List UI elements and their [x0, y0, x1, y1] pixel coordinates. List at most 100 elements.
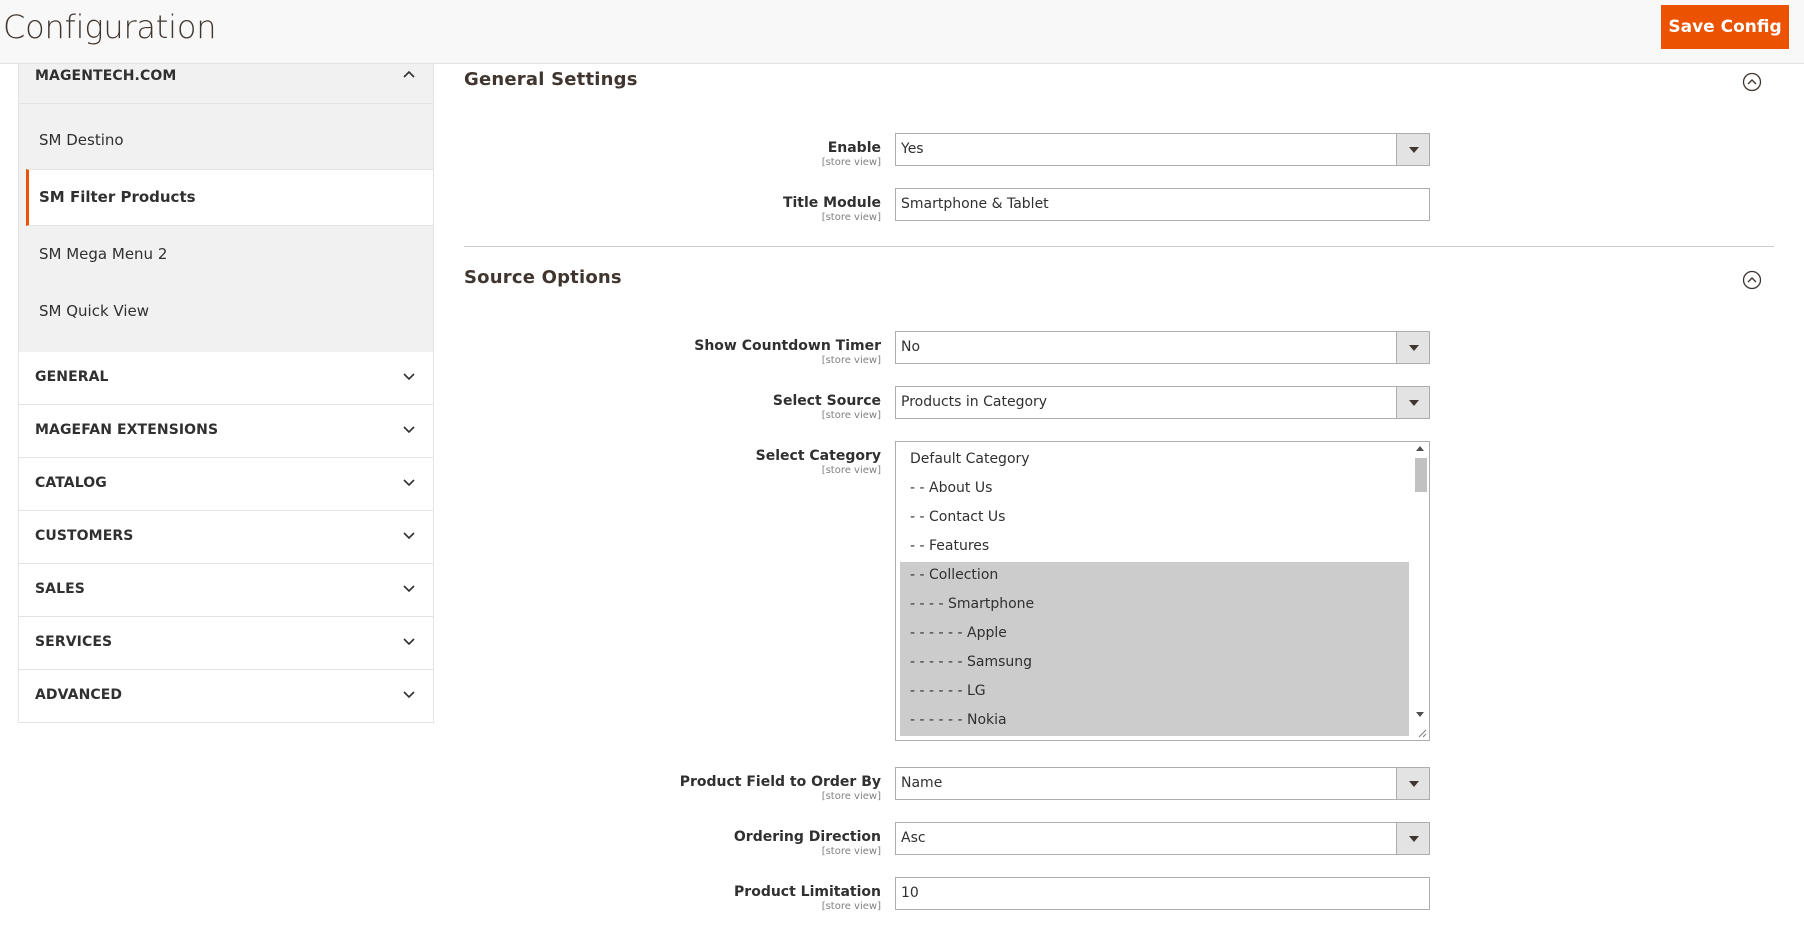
scrollbar-thumb[interactable] [1415, 458, 1427, 492]
category-option-selected[interactable]: - - - - - - Nokia [900, 707, 1409, 736]
category-option-selected[interactable]: - - - - - - Samsung [900, 649, 1409, 678]
sidebar-section-magefan-extensions[interactable]: MAGEFAN EXTENSIONS [18, 405, 434, 458]
category-option[interactable]: Default Category [896, 446, 1429, 475]
field-label-order-by: Product Field to Order By [store view] [680, 774, 881, 802]
field-name: Select Source [772, 393, 881, 409]
sidebar-section-sales[interactable]: SALES [18, 564, 434, 617]
sidebar-item-sm-mega-menu-2[interactable]: SM Mega Menu 2 [19, 226, 433, 283]
sidebar-section-advanced[interactable]: ADVANCED [18, 670, 434, 723]
select-value: Products in Category [901, 394, 1048, 410]
sidebar-item-label: SM Filter Products [39, 188, 196, 206]
config-sidebar: MAGENTECH.COM SM Destino SM Filter Produ… [18, 64, 434, 723]
chevron-down-icon [403, 479, 415, 487]
input-value: Smartphone & Tablet [901, 196, 1049, 212]
chevron-down-icon [403, 691, 415, 699]
source-options-title[interactable]: Source Options [464, 267, 622, 288]
sidebar-section-label: ADVANCED [35, 687, 123, 703]
field-scope: [store view] [821, 901, 881, 912]
chevron-down-icon [403, 532, 415, 540]
field-label-product-limitation: Product Limitation [store view] [734, 884, 881, 912]
sidebar-item-label: SM Quick View [39, 302, 150, 320]
sidebar-section-label: MAGEFAN EXTENSIONS [35, 422, 219, 438]
sidebar-section-customers[interactable]: CUSTOMERS [18, 511, 434, 564]
category-option-selected[interactable]: - - - - Smartphone [900, 591, 1409, 620]
dropdown-arrow-icon[interactable] [1396, 332, 1429, 363]
sidebar-section-label: GENERAL [35, 369, 109, 385]
title-module-input[interactable]: Smartphone & Tablet [895, 188, 1430, 221]
save-config-button[interactable]: Save Config [1661, 5, 1789, 49]
sidebar-section-services[interactable]: SERVICES [18, 617, 434, 670]
field-scope: [store view] [821, 157, 881, 168]
general-settings-title[interactable]: General Settings [464, 69, 638, 90]
field-label-ordering-direction: Ordering Direction [store view] [734, 829, 881, 857]
category-option-selected[interactable]: - - - - - - Apple [900, 620, 1409, 649]
sidebar-submenu: SM Destino SM Filter Products SM Mega Me… [18, 104, 434, 352]
field-scope: [store view] [821, 355, 881, 366]
chevron-down-icon [403, 426, 415, 434]
select-value: No [901, 339, 921, 355]
field-label-show-countdown-timer: Show Countdown Timer [store view] [694, 338, 881, 366]
chevron-down-icon [403, 585, 415, 593]
field-label-select-category: Select Category [store view] [756, 448, 881, 476]
field-name: Ordering Direction [733, 829, 881, 845]
category-option[interactable]: - - Features [896, 533, 1429, 562]
sidebar-section-label: CATALOG [35, 475, 107, 491]
ordering-direction-select[interactable]: Asc [895, 822, 1430, 855]
select-value: Name [901, 775, 943, 791]
product-limitation-input[interactable]: 10 [895, 877, 1430, 910]
category-option-list: Default Category - - About Us - - Contac… [896, 446, 1429, 736]
sidebar-section-label: SERVICES [35, 634, 113, 650]
select-value: Yes [901, 141, 924, 157]
field-scope: [store view] [821, 465, 881, 476]
collapse-up-icon[interactable] [1742, 72, 1762, 92]
sidebar-item-sm-filter-products[interactable]: SM Filter Products [26, 169, 433, 226]
sidebar-item-sm-quick-view[interactable]: SM Quick View [19, 283, 433, 340]
sidebar-section-label: SALES [35, 581, 85, 597]
chevron-down-icon [403, 373, 415, 381]
scroll-up-arrow-icon[interactable] [1416, 446, 1424, 451]
sidebar-item-label: SM Mega Menu 2 [39, 245, 168, 263]
field-scope: [store view] [821, 791, 881, 802]
field-scope: [store view] [821, 212, 881, 223]
dropdown-arrow-icon[interactable] [1396, 387, 1429, 418]
sidebar-section-magentech[interactable]: MAGENTECH.COM [18, 64, 434, 104]
field-name: Title Module [782, 195, 881, 211]
sidebar-section-catalog[interactable]: CATALOG [18, 458, 434, 511]
chevron-down-icon [403, 638, 415, 646]
sidebar-section-label: MAGENTECH.COM [35, 68, 177, 84]
category-option-selected[interactable]: - - - - - - LG [900, 678, 1409, 707]
sidebar-section-label: CUSTOMERS [35, 528, 134, 544]
field-scope: [store view] [821, 846, 881, 857]
dropdown-arrow-icon[interactable] [1396, 768, 1429, 799]
category-option[interactable]: - - About Us [896, 475, 1429, 504]
field-label-select-source: Select Source [store view] [773, 393, 881, 421]
section-divider [464, 246, 1774, 247]
show-countdown-timer-select[interactable]: No [895, 331, 1430, 364]
dropdown-arrow-icon[interactable] [1396, 134, 1429, 165]
category-option-selected[interactable]: - - Collection [900, 562, 1409, 591]
field-label-title-module: Title Module [store view] [783, 195, 881, 223]
dropdown-arrow-icon[interactable] [1396, 823, 1429, 854]
enable-select[interactable]: Yes [895, 133, 1430, 166]
field-name: Select Category [755, 448, 881, 464]
page-header: Configuration Save Config [0, 0, 1804, 64]
field-name: Show Countdown Timer [694, 338, 881, 354]
collapse-up-icon[interactable] [1742, 270, 1762, 290]
resize-grip-icon[interactable] [1417, 728, 1427, 738]
page-title: Configuration [3, 8, 217, 46]
field-name: Product Limitation [734, 884, 881, 900]
input-value: 10 [901, 885, 919, 901]
sidebar-section-general[interactable]: GENERAL [18, 352, 434, 405]
order-by-select[interactable]: Name [895, 767, 1430, 800]
sidebar-item-sm-destino[interactable]: SM Destino [19, 112, 433, 169]
scroll-down-arrow-icon[interactable] [1416, 712, 1424, 717]
select-category-multiselect[interactable]: Default Category - - About Us - - Contac… [895, 441, 1430, 741]
select-value: Asc [901, 830, 926, 846]
field-name: Product Field to Order By [679, 774, 881, 790]
field-label-enable: Enable [store view] [822, 140, 881, 168]
multiselect-scrollbar[interactable] [1412, 442, 1429, 740]
sidebar-item-label: SM Destino [39, 131, 124, 149]
field-scope: [store view] [821, 410, 881, 421]
select-source-select[interactable]: Products in Category [895, 386, 1430, 419]
category-option[interactable]: - - Contact Us [896, 504, 1429, 533]
